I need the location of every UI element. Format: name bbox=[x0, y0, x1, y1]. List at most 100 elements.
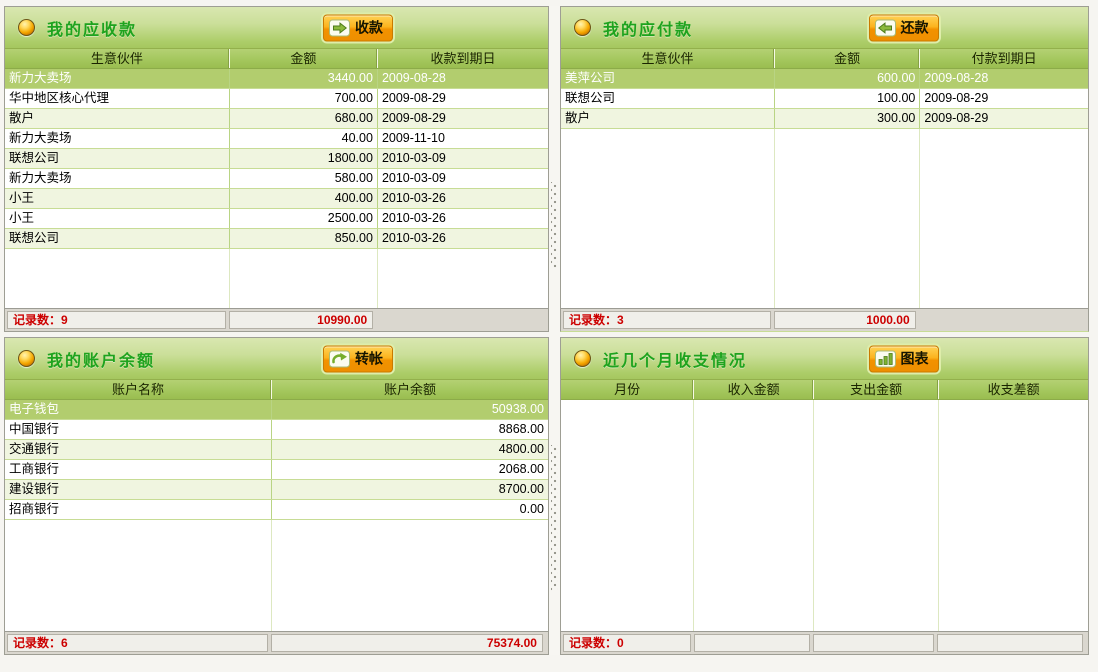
table-cell: 新力大卖场 bbox=[5, 169, 229, 188]
table-cell: 50938.00 bbox=[271, 400, 548, 419]
table-cell: 2010-03-09 bbox=[377, 169, 548, 188]
total-amount: 10990.00 bbox=[229, 311, 373, 329]
titlebar-receivables: 我的应收款 收款 bbox=[5, 7, 548, 49]
orb-icon bbox=[18, 350, 35, 367]
column-header[interactable]: 收支差额 bbox=[938, 380, 1088, 399]
table-footer: 记录数：910990.00 bbox=[5, 308, 548, 331]
table-cell: 680.00 bbox=[229, 109, 377, 128]
table-row[interactable]: 电子钱包50938.00 bbox=[5, 400, 548, 420]
total-amount: 75374.00 bbox=[271, 634, 543, 652]
table-row[interactable]: 联想公司850.002010-03-26 bbox=[5, 229, 548, 249]
footer-box bbox=[694, 634, 810, 652]
table-cell: 100.00 bbox=[774, 89, 919, 108]
table-cell: 600.00 bbox=[774, 69, 919, 88]
table-row[interactable]: 交通银行4800.00 bbox=[5, 440, 548, 460]
column-header[interactable]: 支出金额 bbox=[813, 380, 938, 399]
table-row[interactable]: 美萍公司600.002009-08-28 bbox=[561, 69, 1088, 89]
panel-balances: 我的账户余额 转帐 账户名称账户余额 电子钱包50938.00中国银行8868.… bbox=[4, 337, 549, 655]
table-cell: 2009-08-29 bbox=[377, 89, 548, 108]
column-header[interactable]: 账户余额 bbox=[271, 380, 548, 399]
table-cell bbox=[813, 400, 938, 631]
receive-button[interactable]: 收款 bbox=[323, 14, 393, 41]
table-cell: 2500.00 bbox=[229, 209, 377, 228]
table-row[interactable]: 新力大卖场3440.002009-08-28 bbox=[5, 69, 548, 89]
table-footer: 记录数：0 bbox=[561, 631, 1088, 654]
column-header[interactable]: 付款到期日 bbox=[919, 49, 1088, 68]
table-row[interactable]: 小王2500.002010-03-26 bbox=[5, 209, 548, 229]
table-row[interactable]: 新力大卖场40.002009-11-10 bbox=[5, 129, 548, 149]
table-cell: 新力大卖场 bbox=[5, 69, 229, 88]
table-row[interactable]: 工商银行2068.00 bbox=[5, 460, 548, 480]
column-header[interactable]: 收入金额 bbox=[693, 380, 813, 399]
arrow-right-icon bbox=[329, 19, 350, 36]
table-cell: 电子钱包 bbox=[5, 400, 271, 419]
table-cell: 2010-03-26 bbox=[377, 229, 548, 248]
table-cell: 散户 bbox=[561, 109, 774, 128]
table-row[interactable]: 散户300.002009-08-29 bbox=[561, 109, 1088, 129]
table-cell: 交通银行 bbox=[5, 440, 271, 459]
splitter-handle[interactable] bbox=[551, 182, 558, 268]
chart-button[interactable]: 图表 bbox=[869, 345, 939, 372]
table-cell bbox=[271, 520, 548, 631]
button-label: 转帐 bbox=[355, 349, 383, 369]
column-header[interactable]: 金额 bbox=[774, 49, 919, 68]
table-cell: 中国银行 bbox=[5, 420, 271, 439]
panel-title: 我的应付款 bbox=[603, 16, 693, 40]
column-header[interactable]: 账户名称 bbox=[5, 380, 271, 399]
table-row[interactable]: 小王400.002010-03-26 bbox=[5, 189, 548, 209]
table-row[interactable]: 散户680.002009-08-29 bbox=[5, 109, 548, 129]
button-label: 还款 bbox=[901, 18, 929, 38]
table-cell: 3440.00 bbox=[229, 69, 377, 88]
table-row[interactable]: 联想公司100.002009-08-29 bbox=[561, 89, 1088, 109]
table-body: 新力大卖场3440.002009-08-28华中地区核心代理700.002009… bbox=[5, 69, 548, 308]
table-cell bbox=[938, 400, 1088, 631]
table-row[interactable]: 华中地区核心代理700.002009-08-29 bbox=[5, 89, 548, 109]
table-row[interactable]: 新力大卖场580.002010-03-09 bbox=[5, 169, 548, 189]
table-cell: 2010-03-26 bbox=[377, 209, 548, 228]
table-cell: 工商银行 bbox=[5, 460, 271, 479]
table-cell: 300.00 bbox=[774, 109, 919, 128]
button-label: 图表 bbox=[901, 349, 929, 369]
titlebar-payables: 我的应付款 还款 bbox=[561, 7, 1088, 49]
table-cell: 1800.00 bbox=[229, 149, 377, 168]
table-cell: 联想公司 bbox=[5, 229, 229, 248]
table-cell: 8868.00 bbox=[271, 420, 548, 439]
orb-icon bbox=[574, 350, 591, 367]
column-header[interactable]: 收款到期日 bbox=[377, 49, 548, 68]
table-cell: 2009-08-28 bbox=[377, 69, 548, 88]
table-row[interactable]: 联想公司1800.002010-03-09 bbox=[5, 149, 548, 169]
table-cell: 4800.00 bbox=[271, 440, 548, 459]
table-row[interactable]: 建设银行8700.00 bbox=[5, 480, 548, 500]
orb-icon bbox=[574, 19, 591, 36]
table-cell: 580.00 bbox=[229, 169, 377, 188]
bar-chart-icon bbox=[875, 350, 896, 367]
transfer-button[interactable]: 转帐 bbox=[323, 345, 393, 372]
table-footer: 记录数：31000.00 bbox=[561, 308, 1088, 331]
table-cell: 2009-08-29 bbox=[919, 109, 1088, 128]
column-header[interactable]: 生意伙伴 bbox=[5, 49, 229, 68]
table-cell: 2068.00 bbox=[271, 460, 548, 479]
column-header[interactable]: 生意伙伴 bbox=[561, 49, 774, 68]
splitter-handle[interactable] bbox=[551, 445, 558, 591]
table-body bbox=[561, 400, 1088, 631]
table-cell: 2009-08-29 bbox=[919, 89, 1088, 108]
table-cell: 招商银行 bbox=[5, 500, 271, 519]
total-amount: 1000.00 bbox=[774, 311, 915, 329]
table-cell: 小王 bbox=[5, 189, 229, 208]
table-row[interactable]: 招商银行0.00 bbox=[5, 500, 548, 520]
vertical-splitter[interactable] bbox=[549, 6, 560, 655]
table-cell: 400.00 bbox=[229, 189, 377, 208]
titlebar-balances: 我的账户余额 转帐 bbox=[5, 338, 548, 380]
table-cell: 2009-11-10 bbox=[377, 129, 548, 148]
record-count: 记录数：6 bbox=[7, 634, 268, 652]
panel-title: 我的账户余额 bbox=[47, 347, 155, 371]
table-cell bbox=[561, 129, 774, 308]
panel-title: 我的应收款 bbox=[47, 16, 137, 40]
repay-button[interactable]: 还款 bbox=[869, 14, 939, 41]
column-header[interactable]: 月份 bbox=[561, 380, 693, 399]
record-count: 记录数：3 bbox=[563, 311, 771, 329]
table-empty-area bbox=[561, 400, 1088, 631]
column-header[interactable]: 金额 bbox=[229, 49, 377, 68]
table-header: 生意伙伴金额付款到期日 bbox=[561, 49, 1088, 69]
table-row[interactable]: 中国银行8868.00 bbox=[5, 420, 548, 440]
